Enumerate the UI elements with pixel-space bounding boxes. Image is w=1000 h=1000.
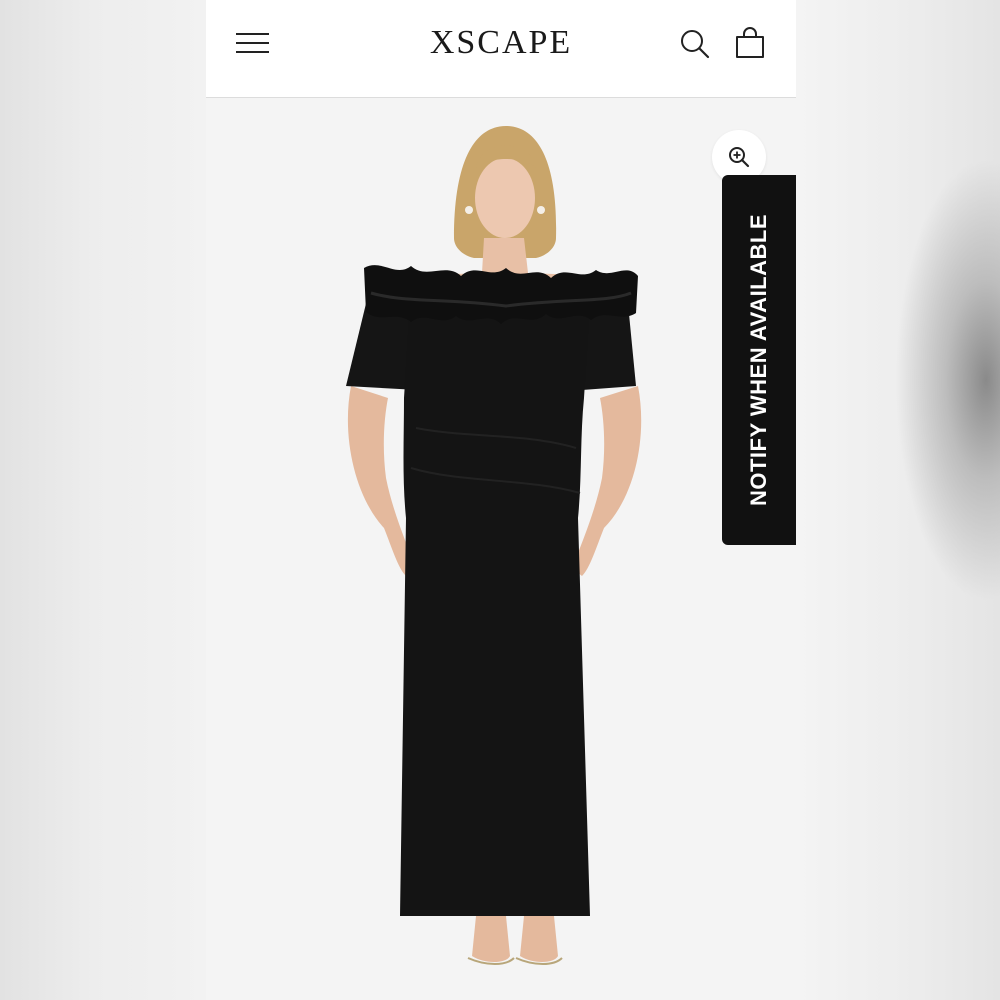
product-image[interactable] [206, 98, 796, 1000]
zoom-in-icon [729, 147, 750, 168]
model-photo [346, 126, 642, 965]
search-icon [681, 30, 710, 59]
background-blur-right [796, 0, 1000, 1000]
search-button[interactable] [679, 28, 711, 60]
shopping-bag-icon [736, 27, 764, 58]
notify-when-available-button[interactable]: NOTIFY WHEN AVAILABLE [722, 175, 796, 545]
cart-button[interactable] [733, 26, 767, 60]
mobile-page: XSCAPE NOTIFY WHEN AVAILABLE [206, 0, 796, 1000]
notify-label: NOTIFY WHEN AVAILABLE [746, 213, 771, 507]
background-blur-left [0, 0, 206, 1000]
site-header: XSCAPE [206, 0, 796, 98]
